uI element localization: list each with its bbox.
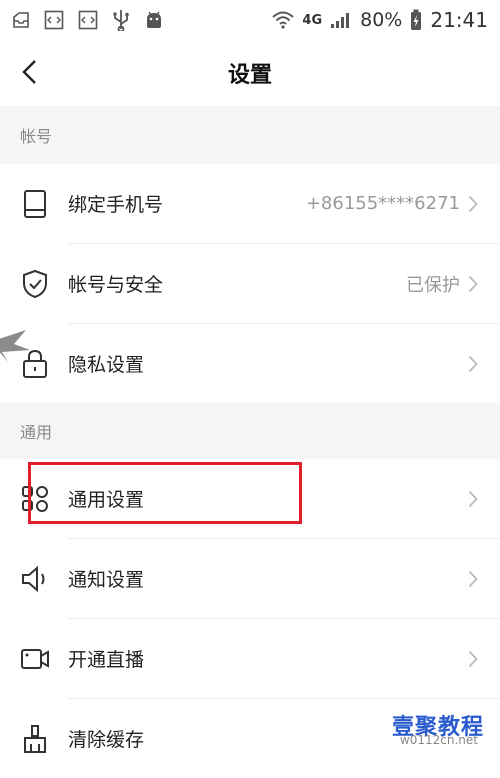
- shield-icon: [18, 267, 52, 301]
- network-type: 4G: [302, 12, 323, 28]
- highlight-box: [28, 462, 302, 524]
- row-open-live[interactable]: 开通直播: [0, 619, 500, 698]
- chevron-right-icon: [468, 355, 478, 372]
- section-title: 帐号: [20, 127, 53, 146]
- bird-watermark-icon: [0, 330, 30, 362]
- battery-charging-icon: [410, 9, 422, 31]
- row-right: +86155****6271: [306, 193, 478, 214]
- clock: 21:41: [430, 8, 488, 32]
- phone-icon: [18, 187, 52, 221]
- mail-notification-icon: [12, 11, 30, 29]
- section-title: 通用: [20, 423, 53, 442]
- signal-icon: [330, 11, 352, 29]
- row-privacy-settings[interactable]: 隐私设置: [0, 324, 500, 403]
- android-icon: [144, 10, 164, 30]
- row-right: [468, 490, 478, 508]
- page-title: 设置: [227, 63, 272, 88]
- row-label: 帐号与安全: [68, 274, 164, 296]
- row-right: 已保护: [406, 271, 478, 297]
- row-right: [468, 650, 478, 668]
- watermark-url: w0112cn.net: [399, 733, 478, 747]
- row-notification-settings[interactable]: 通知设置: [0, 539, 500, 618]
- status-bar: 4G 80% 21:41: [0, 0, 500, 40]
- chevron-right-icon: [468, 650, 478, 667]
- row-label: 开通直播: [68, 649, 145, 671]
- section-header-general: 通用: [0, 403, 500, 459]
- chevron-right-icon: [468, 195, 478, 212]
- row-value: 已保护: [406, 274, 460, 296]
- row-bind-phone[interactable]: 绑定手机号 +86155****6271: [0, 164, 500, 243]
- battery-percent: 80%: [360, 9, 403, 31]
- section-header-account: 帐号: [0, 106, 500, 164]
- row-account-security[interactable]: 帐号与安全 已保护: [0, 244, 500, 323]
- row-value: +86155****6271: [305, 193, 460, 214]
- code-notification-icon-2: [78, 10, 98, 30]
- row-label: 通知设置: [68, 569, 145, 591]
- chevron-left-icon: [22, 60, 36, 84]
- row-label: 绑定手机号: [68, 194, 164, 216]
- chevron-right-icon: [468, 490, 478, 507]
- row-right: [468, 570, 478, 588]
- notification-icons: [12, 9, 164, 31]
- chevron-right-icon: [468, 275, 478, 292]
- nav-bar: 设置: [0, 40, 500, 106]
- brush-icon: [18, 722, 52, 756]
- row-label: 清除缓存: [68, 729, 145, 751]
- usb-icon: [112, 9, 130, 31]
- chevron-right-icon: [468, 570, 478, 587]
- back-button[interactable]: [12, 54, 48, 90]
- row-label: 隐私设置: [68, 354, 145, 376]
- code-notification-icon: [44, 10, 64, 30]
- wifi-icon: [272, 11, 295, 29]
- row-right: [468, 355, 478, 373]
- system-status: 4G 80% 21:41: [272, 8, 488, 32]
- speaker-icon: [18, 562, 52, 596]
- video-icon: [18, 642, 52, 676]
